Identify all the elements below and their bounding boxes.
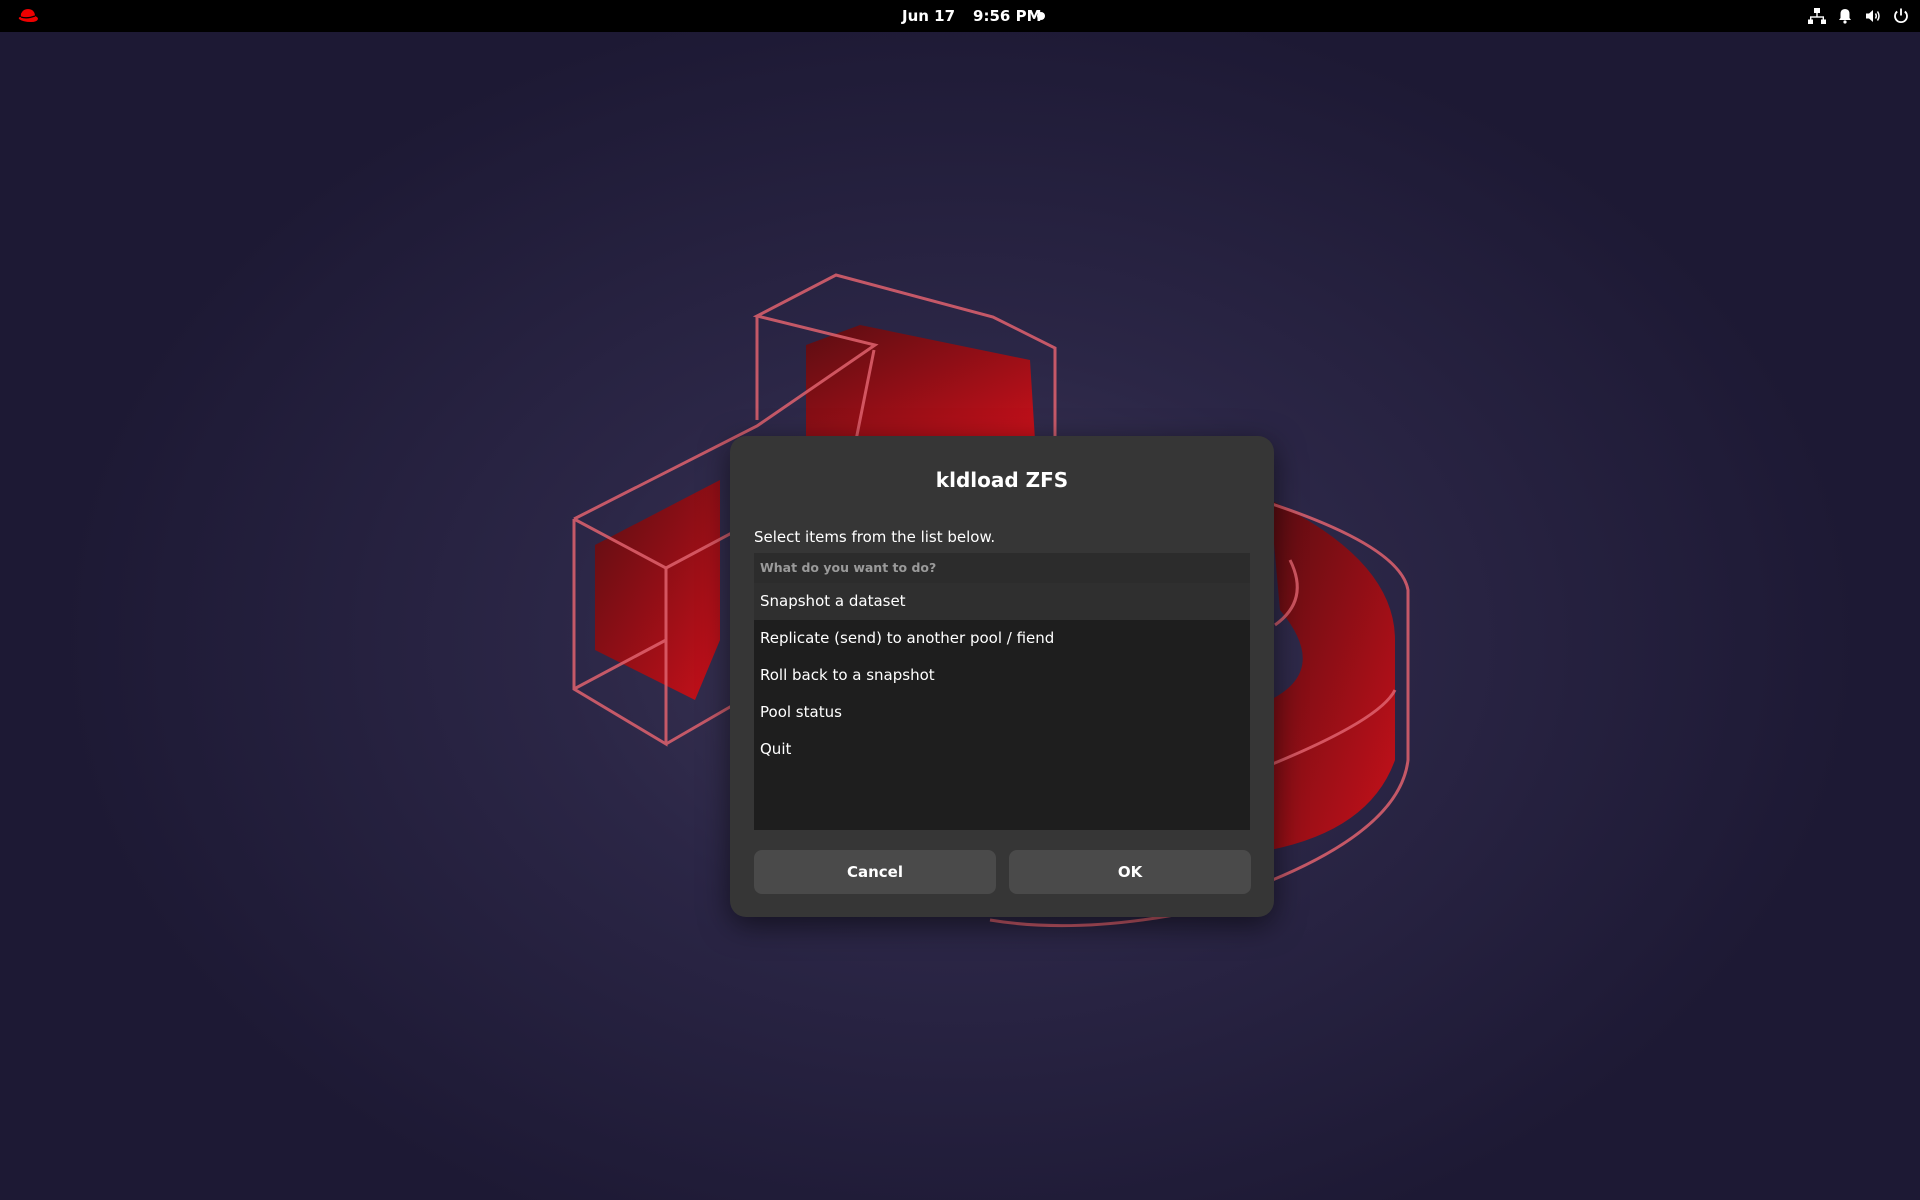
cancel-button[interactable]: Cancel — [754, 850, 996, 894]
action-list[interactable]: What do you want to do? Snapshot a datas… — [754, 553, 1250, 830]
list-item-replicate[interactable]: Replicate (send) to another pool / fiend — [754, 620, 1250, 657]
ok-button[interactable]: OK — [1009, 850, 1251, 894]
list-item-pool-status[interactable]: Pool status — [754, 694, 1250, 731]
time-label: 9:56 PM — [973, 7, 1042, 25]
network-icon[interactable] — [1808, 7, 1826, 25]
redhat-logo-icon[interactable] — [17, 6, 39, 26]
top-bar: Jun 17 9:56 PM — [0, 0, 1920, 32]
list-column-header[interactable]: What do you want to do? — [754, 553, 1250, 583]
notification-dot-icon — [1037, 12, 1045, 20]
system-tray[interactable] — [1808, 7, 1910, 25]
list-item-quit[interactable]: Quit — [754, 731, 1250, 768]
clock[interactable]: Jun 17 9:56 PM — [902, 6, 1060, 26]
kldload-zfs-dialog: kldload ZFS Select items from the list b… — [730, 436, 1274, 917]
dialog-prompt: Select items from the list below. — [754, 528, 996, 546]
volume-icon[interactable] — [1864, 7, 1882, 25]
notification-bell-icon[interactable] — [1836, 7, 1854, 25]
power-icon[interactable] — [1892, 7, 1910, 25]
list-item-snapshot[interactable]: Snapshot a dataset — [754, 583, 1250, 620]
date-label: Jun 17 — [902, 7, 956, 25]
list-item-rollback[interactable]: Roll back to a snapshot — [754, 657, 1250, 694]
dialog-title: kldload ZFS — [935, 468, 1069, 492]
